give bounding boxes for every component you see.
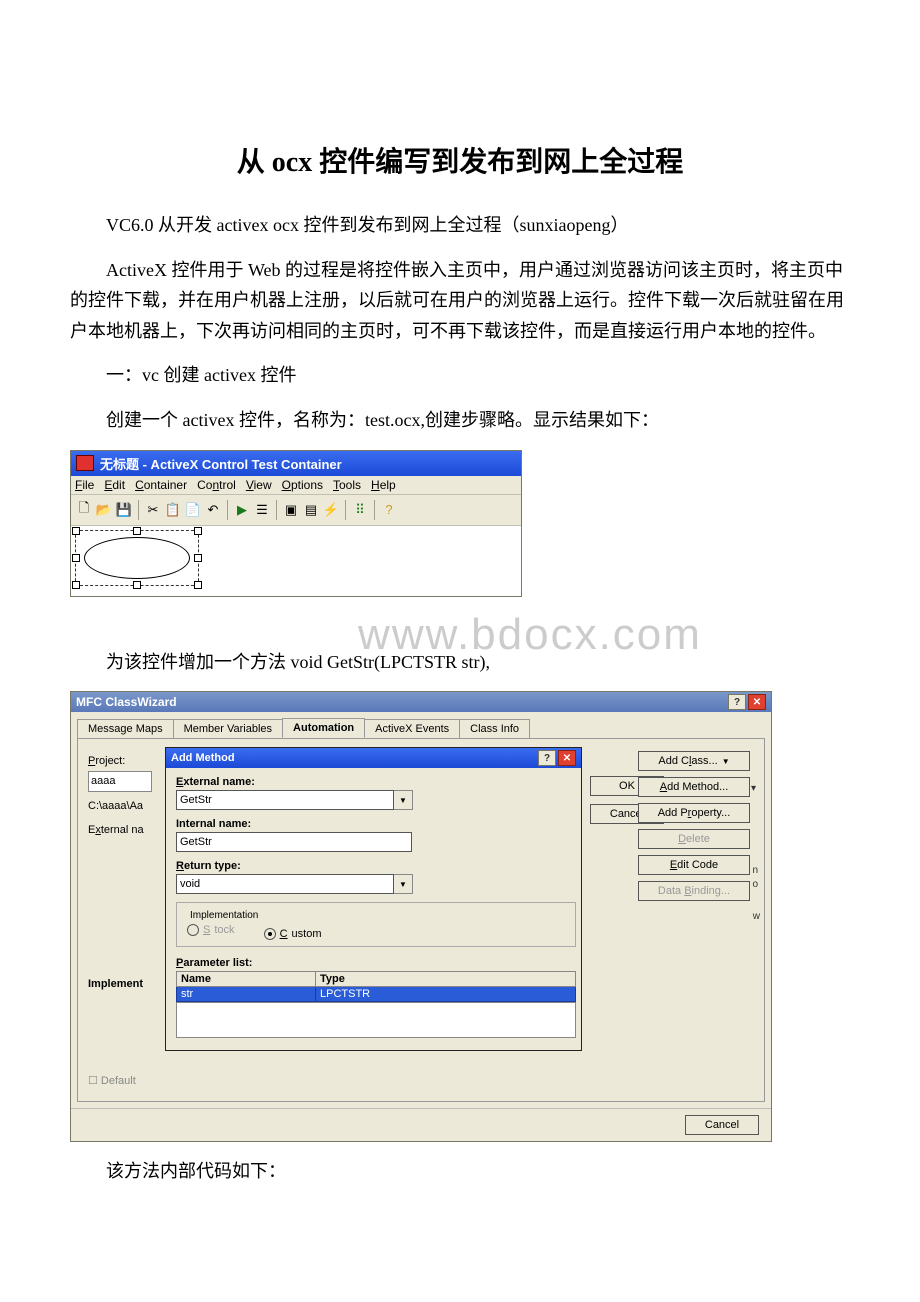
inserted-control-ellipse[interactable]: [75, 530, 199, 586]
intro-para-2: ActiveX 控件用于 Web 的过程是将控件嵌入主页中，用户通过浏览器访问该…: [70, 255, 850, 347]
scroll-arrow-icon[interactable]: ▾: [751, 783, 756, 794]
project-combo[interactable]: aaaa: [88, 771, 152, 793]
data-binding-button[interactable]: Data Binding...: [638, 881, 750, 901]
project-path: C:\aaaa\Aa: [88, 798, 153, 816]
section-heading-1: 一：vc 创建 activex 控件: [70, 360, 850, 391]
save-icon[interactable]: 💾: [115, 501, 133, 519]
external-name-label: External name:: [176, 776, 576, 788]
document-title: 从 ocx 控件编写到发布到网上全过程: [70, 140, 850, 180]
implementation-group-label: Implementation: [187, 910, 261, 921]
parameter-list-box[interactable]: [176, 1002, 576, 1038]
external-name-input[interactable]: GetStr: [176, 790, 394, 810]
add-method-dialog: Add Method ? ✕ External name: GetStr: [165, 747, 582, 1051]
tab-activex-events[interactable]: ActiveX Events: [364, 719, 460, 738]
default-checkbox[interactable]: ☐ Default: [88, 1073, 153, 1091]
toolbar-sep: [276, 500, 277, 520]
toolbar-sep: [374, 500, 375, 520]
menu-edit[interactable]: Edit: [104, 478, 125, 492]
para-create-control: 创建一个 activex 控件，名称为：test.ocx,创建步骤略。显示结果如…: [70, 405, 850, 436]
paste-icon[interactable]: 📄: [184, 501, 202, 519]
grid-icon[interactable]: ⠿: [351, 501, 369, 519]
toolbar: 🗋 📂 💾 ✂ 📋 📄 ↶ ▶ ☰ ▣ ▤ ⚡ ⠿ ?: [71, 495, 521, 526]
tab-member-variables[interactable]: Member Variables: [173, 719, 283, 738]
add-method-button[interactable]: Add Method...: [638, 777, 750, 797]
col-name: Name: [177, 972, 316, 987]
copy-icon[interactable]: 📋: [164, 501, 182, 519]
classwizard-title: MFC ClassWizard: [76, 695, 177, 709]
log-calls-icon[interactable]: ▤: [302, 501, 320, 519]
menu-view[interactable]: View: [246, 478, 272, 492]
classwizard-tabs: Message Maps Member Variables Automation…: [71, 712, 771, 738]
log-events-icon[interactable]: ▣: [282, 501, 300, 519]
open-icon[interactable]: 📂: [95, 501, 113, 519]
classwizard-cancel-button[interactable]: Cancel: [685, 1115, 759, 1135]
design-canvas[interactable]: [71, 526, 521, 596]
menu-help[interactable]: Help: [371, 478, 396, 492]
activex-test-container-window: 无标题 - ActiveX Control Test Container Fil…: [70, 450, 522, 597]
menu-tools[interactable]: Tools: [333, 478, 361, 492]
help-button-icon[interactable]: ?: [728, 694, 746, 710]
project-label: Project:: [88, 753, 153, 771]
edit-code-button[interactable]: Edit Code: [638, 855, 750, 875]
impl-custom-radio[interactable]: Custom: [264, 928, 322, 940]
app-icon: [76, 455, 94, 471]
para-method-code: 该方法内部代码如下：: [70, 1156, 850, 1187]
col-type: Type: [316, 972, 576, 987]
cut-icon[interactable]: ✂: [144, 501, 162, 519]
parameter-list-label: Parameter list:: [176, 957, 576, 969]
param-row[interactable]: str LPCTSTR: [177, 987, 576, 1002]
dropdown-icon[interactable]: ▼: [394, 790, 413, 810]
toolbar-sep: [227, 500, 228, 520]
return-type-combo[interactable]: void: [176, 874, 394, 894]
window-titlebar: 无标题 - ActiveX Control Test Container: [71, 451, 521, 476]
toolbar-sep: [345, 500, 346, 520]
tab-class-info[interactable]: Class Info: [459, 719, 530, 738]
intro-para-1: VC6.0 从开发 activex ocx 控件到发布到网上全过程（sunxia…: [70, 210, 850, 241]
play-icon[interactable]: ▶: [233, 501, 251, 519]
help-button-icon[interactable]: ?: [538, 750, 556, 766]
classwizard-window: MFC ClassWizard ? ✕ Message Maps Member …: [70, 691, 772, 1142]
window-title: 无标题 - ActiveX Control Test Container: [100, 454, 342, 473]
menu-options[interactable]: Options: [282, 478, 323, 492]
param-type: LPCTSTR: [316, 987, 576, 1002]
properties-icon[interactable]: ☰: [253, 501, 271, 519]
add-method-titlebar: Add Method ? ✕: [166, 748, 581, 768]
internal-name-input[interactable]: GetStr: [176, 832, 412, 852]
tab-automation[interactable]: Automation: [282, 718, 365, 738]
close-icon[interactable]: ✕: [558, 750, 576, 766]
menu-control[interactable]: Control: [197, 478, 236, 492]
classwizard-left-column: Project: aaaa C:\aaaa\Aa External na Imp…: [88, 747, 153, 1091]
add-class-button[interactable]: Add Class...▼: [638, 751, 750, 771]
menu-container[interactable]: Container: [135, 478, 187, 492]
return-type-label: Return type:: [176, 860, 576, 872]
peek-text: o: [752, 879, 758, 890]
help-icon[interactable]: ?: [380, 501, 398, 519]
peek-text: n: [752, 865, 758, 876]
peek-text: w: [753, 911, 760, 922]
classwizard-tab-body: Project: aaaa C:\aaaa\Aa External na Imp…: [77, 738, 765, 1102]
macro-icon[interactable]: ⚡: [322, 501, 340, 519]
dropdown-icon[interactable]: ▼: [394, 874, 413, 894]
implementation-group: Implementation Stock Custom: [176, 902, 576, 947]
parameter-list-table[interactable]: Name Type str LPCTSTR: [176, 971, 576, 1002]
external-names-label: External na: [88, 822, 153, 840]
add-method-title: Add Method: [171, 752, 235, 764]
menu-file[interactable]: File: [75, 478, 94, 492]
new-icon[interactable]: 🗋: [75, 501, 93, 519]
close-icon[interactable]: ✕: [748, 694, 766, 710]
internal-name-label: Internal name:: [176, 818, 576, 830]
classwizard-titlebar: MFC ClassWizard ? ✕: [71, 692, 771, 712]
undo-icon[interactable]: ↶: [204, 501, 222, 519]
param-name: str: [177, 987, 316, 1002]
menubar: File Edit Container Control View Options…: [71, 476, 521, 495]
para-add-method: 为该控件增加一个方法 void GetStr(LPCTSTR str),: [70, 647, 850, 678]
classwizard-side-buttons: Add Class...▼ Add Method... Add Property…: [638, 751, 750, 907]
classwizard-footer: Cancel: [71, 1108, 771, 1141]
implementation-label: Implement: [88, 976, 153, 994]
toolbar-sep: [138, 500, 139, 520]
delete-button[interactable]: Delete: [638, 829, 750, 849]
tab-message-maps[interactable]: Message Maps: [77, 719, 174, 738]
add-property-button[interactable]: Add Property...: [638, 803, 750, 823]
impl-stock-radio[interactable]: Stock: [187, 924, 235, 936]
